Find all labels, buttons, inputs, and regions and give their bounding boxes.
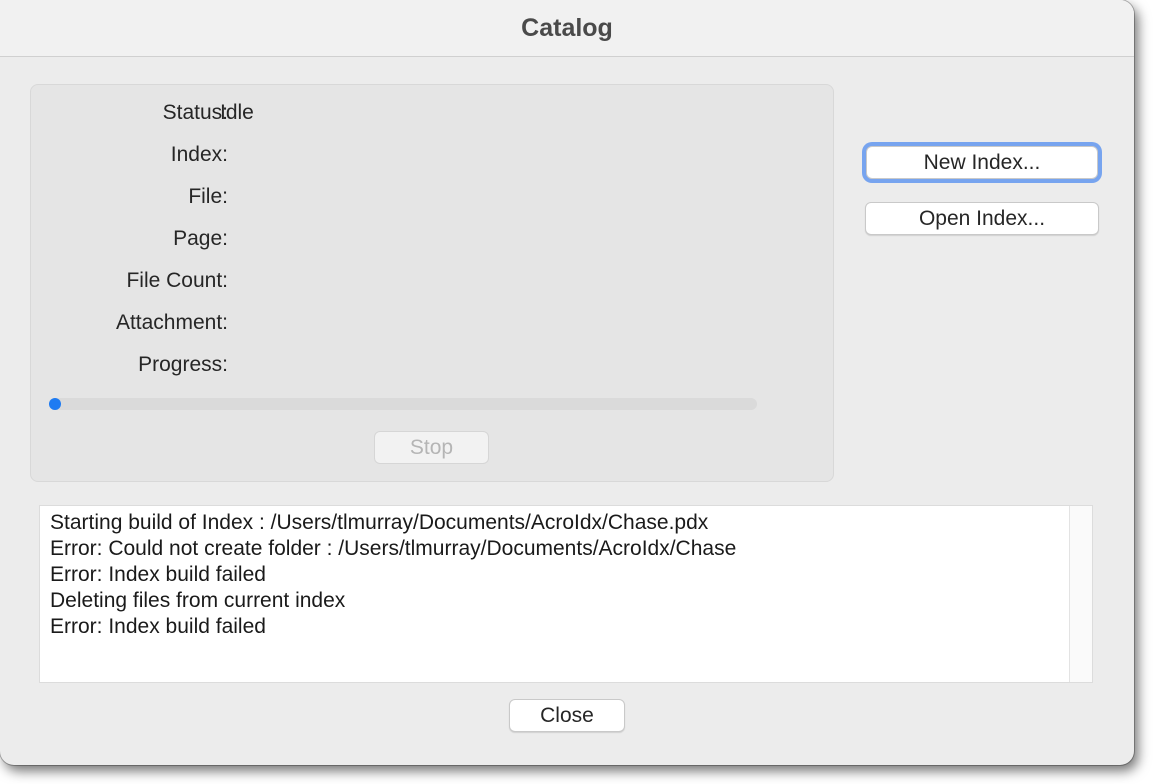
log-line: Error: Index build failed — [50, 563, 266, 586]
new-index-button[interactable]: New Index... — [866, 146, 1098, 179]
log-output[interactable]: Starting build of Index : /Users/tlmurra… — [39, 505, 1093, 683]
log-line: Error: Index build failed — [50, 615, 266, 638]
status-value-row: Idle — [31, 98, 631, 128]
log-scrollbar[interactable] — [1069, 506, 1092, 682]
index-value-row — [31, 140, 631, 170]
log-lines: Starting build of Index : /Users/tlmurra… — [50, 510, 736, 640]
title-bar[interactable]: Catalog — [0, 0, 1134, 57]
log-line: Starting build of Index : /Users/tlmurra… — [50, 511, 709, 534]
file-count-value-row — [31, 266, 631, 296]
catalog-dialog: Catalog Status: Idle Index: File: Page: … — [0, 0, 1134, 765]
window-title: Catalog — [521, 13, 613, 42]
page-value-row — [31, 224, 631, 254]
log-line: Error: Could not create folder : /Users/… — [50, 537, 737, 560]
log-line: Deleting files from current index — [50, 589, 346, 612]
stop-button[interactable]: Stop — [374, 431, 489, 464]
status-value: Idle — [220, 101, 254, 124]
status-panel: Status: Idle Index: File: Page: File Cou… — [30, 84, 834, 482]
progress-indicator — [49, 398, 61, 410]
progress-value-row — [31, 350, 631, 380]
close-button[interactable]: Close — [509, 699, 625, 732]
attachment-value-row — [31, 308, 631, 338]
progress-bar — [49, 398, 757, 410]
open-index-button[interactable]: Open Index... — [865, 202, 1099, 235]
file-value-row — [31, 182, 631, 212]
